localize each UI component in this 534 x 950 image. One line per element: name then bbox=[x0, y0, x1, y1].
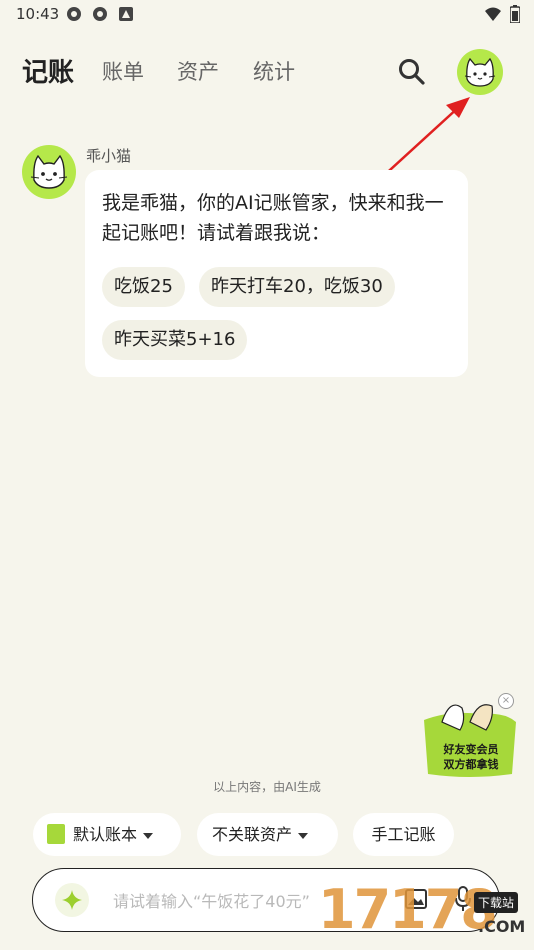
chat-input[interactable]: 请试着输入“午饭花了40元” bbox=[113, 888, 310, 912]
bot-name: 乖小猫 bbox=[86, 147, 132, 165]
bot-avatar bbox=[22, 145, 76, 199]
sparkle-icon bbox=[62, 890, 82, 910]
top-nav: 记账 账单 资产 统计 bbox=[0, 49, 534, 95]
status-time: 10:43 bbox=[16, 5, 60, 23]
ai-generated-note: 以上内容，由AI生成 bbox=[213, 780, 321, 794]
tab-statistics[interactable]: 统计 bbox=[253, 56, 295, 86]
status-bar: 10:43 bbox=[0, 0, 534, 30]
chevron-down-icon bbox=[298, 832, 309, 839]
chevron-down-icon bbox=[143, 832, 154, 839]
notification-icon bbox=[119, 7, 133, 21]
ai-sparkle-button[interactable] bbox=[55, 883, 89, 917]
asset-selector[interactable]: 不关联资产 bbox=[197, 813, 338, 856]
bot-message-text: 我是乖猫，你的AI记账管家，快来和我一起记账吧！请试着跟我说： bbox=[102, 192, 444, 244]
watermark-badge: 下载站 bbox=[474, 892, 519, 913]
wifi-icon bbox=[485, 7, 501, 21]
account-book-label: 默认账本 bbox=[73, 825, 138, 844]
watermark-logo: 17178 bbox=[318, 878, 498, 941]
promo-text: 好友变会员 双方都拿钱 bbox=[428, 742, 514, 772]
bot-message-bubble: 我是乖猫，你的AI记账管家，快来和我一起记账吧！请试着跟我说： 吃饭25 昨天打… bbox=[85, 170, 468, 377]
battery-icon bbox=[510, 5, 520, 23]
app-icon bbox=[93, 7, 107, 21]
promo-line-1: 好友变会员 bbox=[443, 743, 499, 756]
status-right-icons bbox=[484, 5, 520, 23]
asset-selector-label: 不关联资产 bbox=[212, 825, 293, 844]
watermark-domain: .COM bbox=[478, 917, 526, 936]
promo-line-2: 双方都拿钱 bbox=[443, 758, 499, 771]
search-icon[interactable] bbox=[396, 56, 428, 88]
close-icon[interactable]: × bbox=[498, 693, 514, 709]
suggestion-chip[interactable]: 昨天买菜5+16 bbox=[102, 320, 248, 360]
manual-entry-button[interactable]: 手工记账 bbox=[353, 813, 454, 856]
app-icon bbox=[67, 7, 81, 21]
suggestion-chip[interactable]: 吃饭25 bbox=[102, 267, 185, 307]
tab-assets[interactable]: 资产 bbox=[177, 56, 219, 86]
tab-bookkeeping[interactable]: 记账 bbox=[22, 52, 74, 89]
tab-bills[interactable]: 账单 bbox=[102, 56, 144, 86]
suggestion-chip[interactable]: 昨天打车20，吃饭30 bbox=[199, 267, 395, 307]
book-icon bbox=[47, 823, 65, 844]
account-book-selector[interactable]: 默认账本 bbox=[33, 813, 181, 856]
